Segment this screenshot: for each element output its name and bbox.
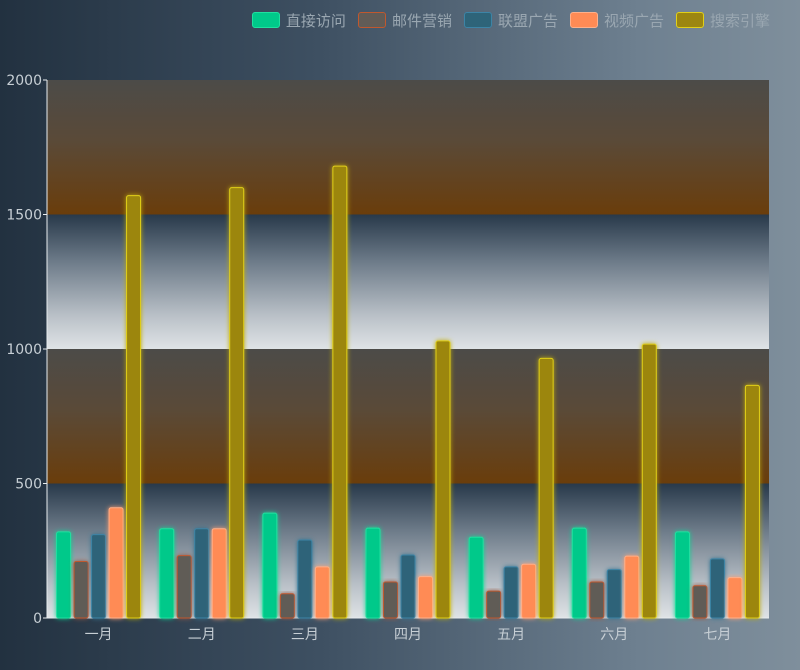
bar-2-5[interactable] — [606, 569, 622, 619]
bar-0-5[interactable] — [571, 527, 587, 619]
bar-2-0[interactable] — [91, 534, 107, 619]
x-tick-label: 六月 — [600, 627, 628, 643]
bar-1-0[interactable] — [73, 561, 89, 619]
bar-1-6[interactable] — [692, 585, 708, 619]
background-band-1 — [47, 349, 769, 484]
bar-4-4[interactable] — [538, 357, 554, 619]
bar-2-2[interactable] — [297, 539, 313, 619]
x-tick-label: 四月 — [394, 627, 422, 643]
bar-4-2[interactable] — [332, 165, 348, 619]
bar-3-4[interactable] — [521, 563, 537, 619]
bar-2-6[interactable] — [709, 558, 725, 619]
bar-2-1[interactable] — [194, 528, 210, 619]
y-tick-label: 1000 — [6, 342, 42, 358]
bar-4-6[interactable] — [744, 384, 760, 619]
bar-1-3[interactable] — [383, 581, 398, 619]
bar-1-1[interactable] — [176, 555, 192, 619]
bar-2-4[interactable] — [503, 566, 519, 619]
bar-4-5[interactable] — [641, 343, 657, 619]
bar-3-1[interactable] — [211, 528, 227, 619]
x-tick-label: 二月 — [188, 627, 216, 643]
bar-3-3[interactable] — [418, 576, 433, 619]
bar-0-4[interactable] — [468, 536, 484, 619]
background-band-2 — [47, 214, 769, 349]
bar-1-5[interactable] — [589, 581, 605, 619]
chart-container: 直接访问 邮件营销 联盟广告 视频广告 搜索引擎 0 500 1000 1500… — [0, 0, 800, 670]
bar-1-2[interactable] — [279, 593, 295, 619]
y-tick-label: 1500 — [6, 208, 42, 224]
bar-4-0[interactable] — [126, 195, 142, 619]
bar-2-3[interactable] — [400, 554, 416, 619]
x-tick-label: 五月 — [497, 627, 525, 643]
bar-0-6[interactable] — [674, 531, 690, 619]
background-band-3 — [47, 80, 769, 215]
bar-1-4[interactable] — [486, 590, 502, 619]
bar-3-5[interactable] — [624, 555, 640, 619]
x-tick-label: 三月 — [291, 627, 319, 643]
bar-chart-plot: 0 500 1000 1500 2000 一月 二月 三月 四月 五月 六月 七月 — [6, 73, 769, 643]
bar-3-2[interactable] — [314, 566, 330, 619]
bar-4-1[interactable] — [229, 187, 245, 619]
bar-0-2[interactable] — [262, 512, 278, 619]
y-tick-label: 2000 — [6, 73, 42, 89]
bar-4-3[interactable] — [435, 340, 451, 619]
x-tick-label: 一月 — [85, 627, 113, 643]
background-bands — [47, 80, 769, 618]
bar-3-0[interactable] — [108, 507, 124, 619]
y-tick-label: 500 — [15, 477, 42, 493]
bar-0-3[interactable] — [365, 527, 381, 619]
x-tick-label: 七月 — [703, 627, 731, 643]
bar-3-6[interactable] — [727, 577, 743, 619]
y-tick-label: 0 — [33, 611, 42, 627]
bar-0-0[interactable] — [56, 531, 72, 619]
bar-0-1[interactable] — [159, 528, 175, 619]
